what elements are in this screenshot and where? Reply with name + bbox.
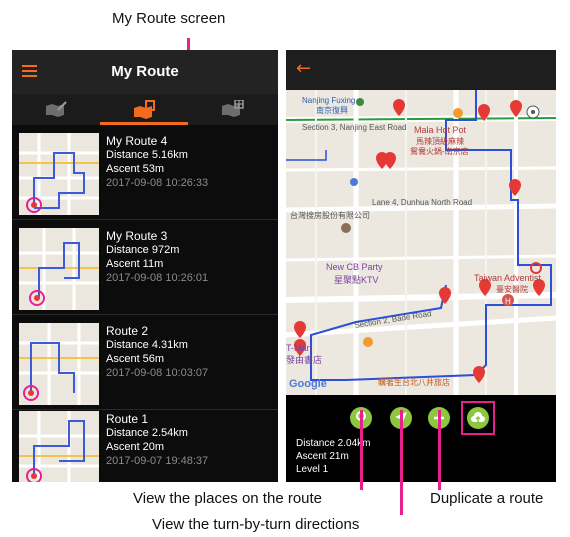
route-map[interactable]: H Nanjing Fuxing 南京復興 Section 3, Nanjing… <box>286 90 556 395</box>
route-date: 2017-09-08 10:26:33 <box>106 177 209 189</box>
active-tab-indicator <box>100 122 188 125</box>
route-list-item[interactable]: My Route 3 Distance 972m Ascent 11m 2017… <box>12 223 278 315</box>
tab-downloaded-routes[interactable] <box>188 94 276 125</box>
route-level: Level 1 <box>296 464 329 475</box>
route-name: Route 1 <box>106 412 149 426</box>
caption-directions: View the turn-by-turn directions <box>152 516 360 533</box>
map-label: 台灣搜房股份有限公司 <box>290 211 370 220</box>
app-header: ← <box>286 50 556 90</box>
map-label: 南京復興 <box>316 106 348 115</box>
google-logo: Google <box>289 378 327 390</box>
route-ascent: Ascent 11m <box>106 258 164 270</box>
route-distance: Distance 972m <box>106 244 180 256</box>
map-label: New CB Party <box>326 262 383 272</box>
map-label: 發由書店 <box>286 355 323 365</box>
map-label: Mala Hot Pot <box>414 125 467 135</box>
route-ascent: Ascent 21m <box>296 451 349 462</box>
map-label: 購著生台北八井旅店 <box>378 378 450 387</box>
my-route-list-screen: My Route My Route 4 Distance 5.16km Asce… <box>12 50 278 482</box>
map-label: Lane 4, Dunhua North Road <box>372 198 473 207</box>
route-ascent: Ascent 20m <box>106 441 165 453</box>
tab-recorded-routes[interactable] <box>12 94 100 125</box>
caption-my-route-screen: My Route screen <box>112 10 226 27</box>
callout-line <box>400 410 403 515</box>
route-name: My Route 3 <box>106 229 168 243</box>
route-ascent: Ascent 53m <box>106 163 165 175</box>
cloud-upload-icon <box>471 412 485 423</box>
route-action-bar: Distance 2.04km Ascent 21m Level 1 <box>286 395 556 482</box>
caption-duplicate: Duplicate a route <box>430 490 544 507</box>
map-label: Taiwan Adventist <box>474 273 542 283</box>
route-map-thumbnail <box>19 323 99 405</box>
app-header: My Route <box>12 50 278 94</box>
route-name: Route 2 <box>106 324 149 338</box>
route-list-item[interactable]: Route 2 Distance 4.31km Ascent 56m 2017-… <box>12 318 278 410</box>
route-map-thumbnail <box>19 411 99 482</box>
upload-route-button[interactable] <box>467 407 489 429</box>
map-edit-icon <box>46 101 67 117</box>
page-title: My Route <box>111 63 179 80</box>
route-date: 2017-09-08 10:03:07 <box>106 367 209 379</box>
route-detail-screen: ← H Nanjing Fuxing 南京復興 Section 3, Nanji… <box>286 50 556 482</box>
callout-line <box>360 410 363 490</box>
route-distance: Distance 5.16km <box>106 149 188 161</box>
map-label: Section 3, Nanjing East Road <box>302 123 407 132</box>
route-distance: Distance 4.31km <box>106 339 188 351</box>
back-arrow-icon[interactable]: ← <box>296 58 311 79</box>
svg-text:H: H <box>505 297 511 306</box>
route-date: 2017-09-08 10:26:01 <box>106 272 209 284</box>
route-list-item[interactable]: My Route 4 Distance 5.16km Ascent 53m 20… <box>12 128 278 220</box>
map-label: 鴛鴦火鍋-南京店 <box>410 147 469 156</box>
map-route-icon <box>134 100 155 119</box>
map-label: T-Mart <box>286 343 312 353</box>
route-map-thumbnail <box>19 133 99 215</box>
map-grid-icon <box>222 100 244 117</box>
tab-my-routes[interactable] <box>100 94 188 125</box>
map-label: Nanjing Fuxing <box>302 96 356 105</box>
map-label: 星聚點KTV <box>334 275 379 285</box>
route-date: 2017-09-07 19:48:37 <box>106 455 209 467</box>
route-name: My Route 4 <box>106 134 168 148</box>
route-list-item[interactable]: Route 1 Distance 2.54km Ascent 20m 2017-… <box>12 406 278 482</box>
callout-line <box>438 410 441 490</box>
tab-bar <box>12 94 278 125</box>
route-ascent: Ascent 56m <box>106 353 165 365</box>
route-map-thumbnail <box>19 228 99 310</box>
caption-places: View the places on the route <box>133 490 323 507</box>
route-distance: Distance 2.54km <box>106 427 188 439</box>
map-label: 臺安醫院 <box>496 285 528 294</box>
